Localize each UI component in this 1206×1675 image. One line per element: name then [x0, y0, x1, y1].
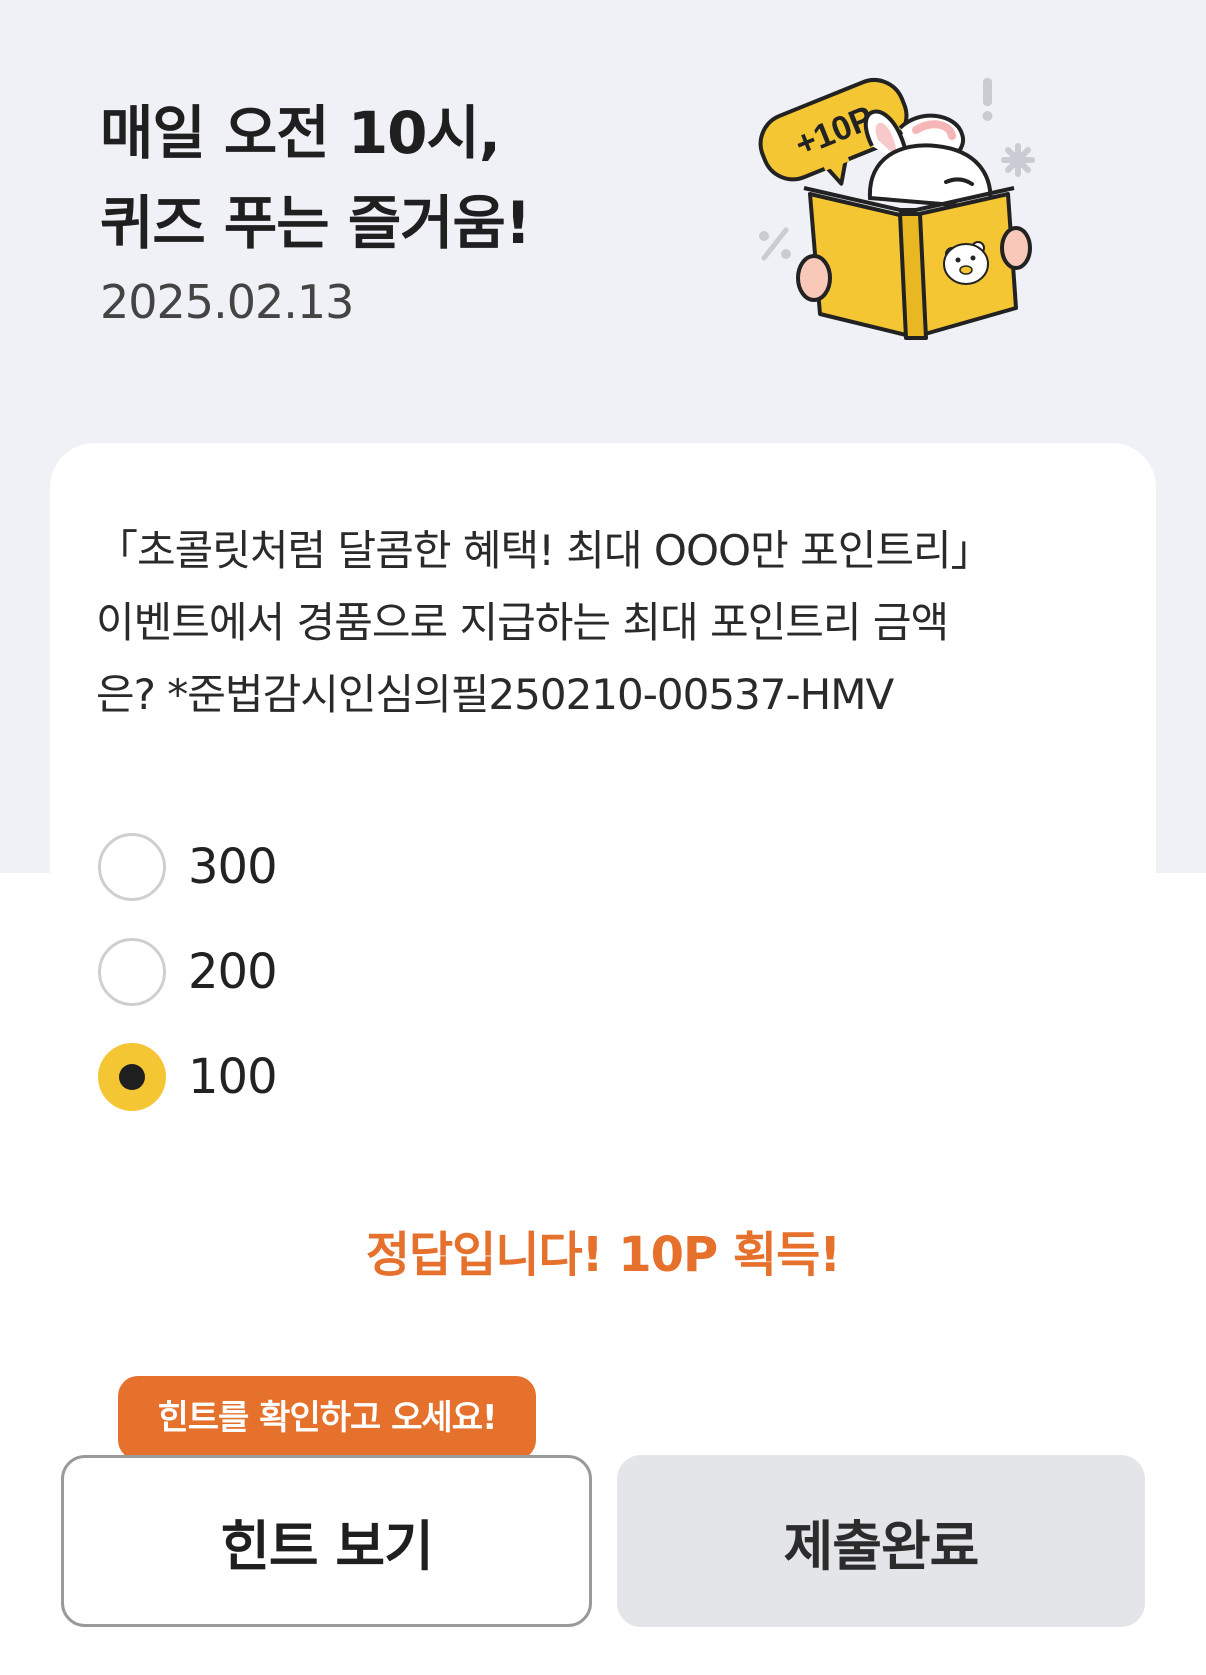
answer-option-label: 300	[188, 839, 278, 895]
answer-option-label: 200	[188, 944, 278, 1000]
radio-unselected-icon[interactable]	[98, 938, 166, 1006]
result-message: 정답입니다! 10P 획득!	[365, 1227, 841, 1283]
answer-option-300[interactable]: 300	[98, 830, 278, 904]
quiz-date: 2025.02.13	[100, 275, 354, 329]
page-title: 매일 오전 10시, 퀴즈 푸는 즐거움!	[100, 88, 531, 268]
radio-selected-icon[interactable]	[98, 1043, 166, 1111]
submit-button[interactable]: 제출완료	[617, 1455, 1145, 1627]
answer-options: 300 200 100	[98, 830, 278, 1145]
quiz-question: 「초콜릿처럼 달콤한 혜택! 최대 OOO만 포인트리」 이벤트에서 경품으로 …	[96, 515, 1096, 731]
question-line-2: 이벤트에서 경품으로 지급하는 최대 포인트리 금액	[96, 598, 949, 647]
page-title-line-1: 매일 오전 10시,	[100, 99, 501, 167]
rabbit-reading-mascot-icon: +10P	[758, 78, 1035, 340]
question-line-3: 은? *준법감시인심의필250210-00537-HMV	[96, 670, 894, 719]
hint-button[interactable]: 힌트 보기	[61, 1455, 592, 1627]
question-line-1: 「초콜릿처럼 달콤한 혜택! 최대 OOO만 포인트리」	[96, 526, 993, 575]
answer-option-label: 100	[188, 1049, 278, 1105]
page-title-line-2: 퀴즈 푸는 즐거움!	[100, 189, 531, 257]
answer-option-100[interactable]: 100	[98, 1040, 278, 1114]
radio-unselected-icon[interactable]	[98, 833, 166, 901]
hint-tooltip: 힌트를 확인하고 오세요!	[118, 1376, 536, 1460]
answer-option-200[interactable]: 200	[98, 935, 278, 1009]
